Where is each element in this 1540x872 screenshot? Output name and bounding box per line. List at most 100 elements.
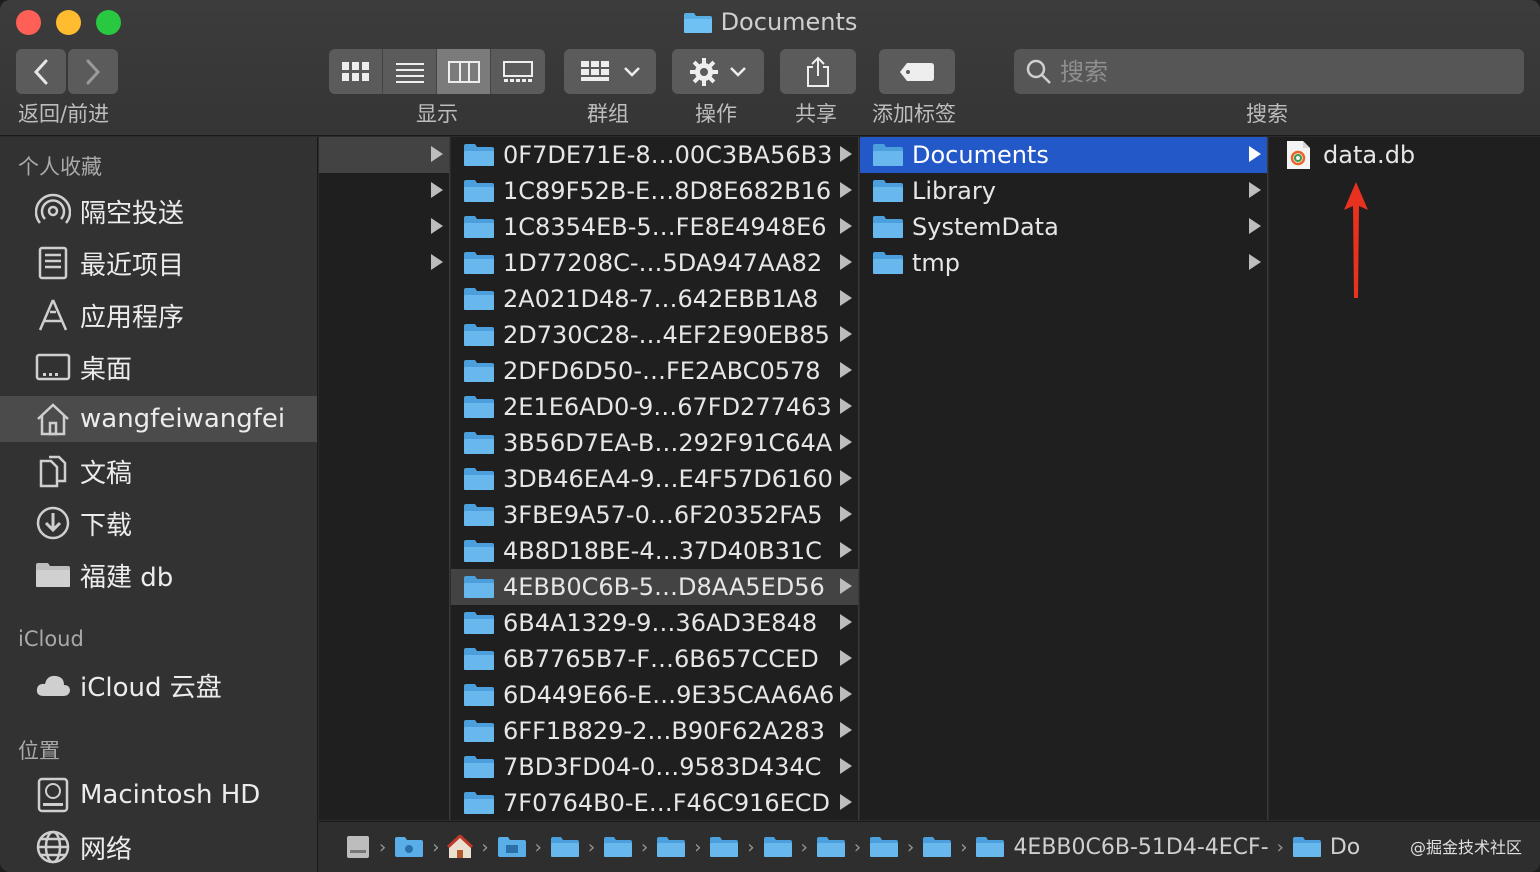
folder-icon bbox=[463, 503, 495, 527]
sidebar-item-applications[interactable]: 应用程序 bbox=[0, 292, 317, 338]
folder-row[interactable]: 6FF1B829-2…B90F62A283 bbox=[451, 713, 858, 749]
column-2: 0F7DE71E-8…00C3BA56B3 1C89F52B-E…8D8E682B… bbox=[451, 137, 859, 820]
folder-row[interactable]: 1C89F52B-E…8D8E682B16 bbox=[451, 173, 858, 209]
folder-icon bbox=[463, 791, 495, 815]
folder-row[interactable]: 3FBE9A57-0…6F20352FA5 bbox=[451, 497, 858, 533]
sidebar-item-label: 文稿 bbox=[80, 458, 133, 489]
sidebar-item-label: 网络 bbox=[80, 834, 133, 865]
column-view-button[interactable] bbox=[437, 49, 491, 94]
search-field[interactable] bbox=[1014, 49, 1524, 94]
folder-row[interactable]: Documents bbox=[860, 137, 1267, 173]
window-title: Documents bbox=[0, 8, 1540, 40]
folder-row[interactable]: 6B4A1329-9…36AD3E848 bbox=[451, 605, 858, 641]
list-item[interactable] bbox=[319, 173, 449, 209]
sidebar-item-macintosh-hd[interactable]: Macintosh HD bbox=[0, 772, 317, 818]
sidebar-item-airdrop[interactable]: 隔空投送 bbox=[0, 188, 317, 234]
sidebar-item-home[interactable]: wangfeiwangfei bbox=[0, 396, 317, 442]
disclosure-arrow-icon bbox=[840, 146, 852, 162]
path-folder-icon[interactable] bbox=[869, 836, 899, 858]
gallery-view-button[interactable] bbox=[491, 49, 545, 94]
folder-row[interactable]: 2E1E6AD0-9…67FD277463 bbox=[451, 389, 858, 425]
sidebar-item-label: 应用程序 bbox=[80, 302, 185, 333]
path-folder-icon[interactable] bbox=[816, 836, 846, 858]
action-button[interactable] bbox=[672, 49, 764, 94]
path-segment-uuid[interactable]: 4EBB0C6B-51D4-4ECF- bbox=[975, 835, 1269, 860]
path-segment-documents[interactable]: Do bbox=[1292, 835, 1360, 860]
path-user-folder-icon[interactable] bbox=[394, 836, 424, 858]
folder-name: 6D449E66-E…9E35CAA6A6 bbox=[503, 681, 835, 709]
list-item[interactable] bbox=[319, 245, 449, 281]
folder-row[interactable]: 2A021D48-7…642EBB1A8 bbox=[451, 281, 858, 317]
list-item[interactable] bbox=[319, 209, 449, 245]
folder-row[interactable]: 2DFD6D50-…FE2ABC0578 bbox=[451, 353, 858, 389]
sidebar-item-downloads[interactable]: 下载 bbox=[0, 500, 317, 546]
icon-view-button[interactable] bbox=[329, 49, 383, 94]
share-icon bbox=[807, 56, 829, 87]
folder-row[interactable]: 3DB46EA4-9…E4F57D6160 bbox=[451, 461, 858, 497]
folder-row[interactable]: 2D730C28-…4EF2E90EB85 bbox=[451, 317, 858, 353]
disclosure-arrow-icon bbox=[840, 722, 852, 738]
recents-icon bbox=[34, 244, 72, 282]
folder-row[interactable]: tmp bbox=[860, 245, 1267, 281]
path-folder-icon[interactable] bbox=[709, 836, 739, 858]
tag-icon bbox=[900, 62, 934, 81]
folder-row[interactable]: 7BD3FD04-0…9583D434C bbox=[451, 749, 858, 785]
path-separator-icon: › bbox=[800, 836, 808, 858]
path-folder-icon[interactable] bbox=[763, 836, 793, 858]
back-button[interactable] bbox=[16, 49, 66, 94]
desktop-icon bbox=[34, 348, 72, 386]
share-button[interactable] bbox=[780, 49, 856, 94]
folder-name: 2D730C28-…4EF2E90EB85 bbox=[503, 321, 830, 349]
folder-icon bbox=[463, 683, 495, 707]
folder-icon bbox=[463, 215, 495, 239]
path-separator-icon: › bbox=[853, 836, 862, 858]
path-library-folder-icon[interactable] bbox=[497, 836, 527, 858]
list-view-button[interactable] bbox=[383, 49, 437, 94]
search-input[interactable] bbox=[1060, 57, 1500, 86]
folder-name: 2A021D48-7…642EBB1A8 bbox=[503, 285, 819, 313]
sidebar-item-fujian-db[interactable]: 福建 db bbox=[0, 552, 317, 598]
disclosure-arrow-icon bbox=[840, 362, 852, 378]
downloads-icon bbox=[34, 504, 72, 542]
folder-row[interactable]: 1D77208C-…5DA947AA82 bbox=[451, 245, 858, 281]
folder-row[interactable]: 7F0764B0-E…F46C916ECD bbox=[451, 785, 858, 820]
folder-icon bbox=[463, 647, 495, 671]
cloud-icon bbox=[34, 666, 72, 704]
sidebar-item-icloud-drive[interactable]: iCloud 云盘 bbox=[0, 662, 317, 708]
sidebar-item-network[interactable]: 网络 bbox=[0, 824, 317, 870]
action-label: 操作 bbox=[695, 102, 737, 126]
folder-row[interactable]: 3B56D7EA-B…292F91C64A bbox=[451, 425, 858, 461]
sidebar: 个人收藏 隔空投送 最近项目 应用程序 桌面 wangfeiwangfei 文稿… bbox=[0, 137, 318, 872]
columns-icon bbox=[447, 60, 480, 83]
folder-name: 3B56D7EA-B…292F91C64A bbox=[503, 429, 833, 457]
file-name: data.db bbox=[1323, 141, 1416, 169]
folder-name: SystemData bbox=[912, 213, 1059, 241]
path-disk-icon[interactable] bbox=[345, 834, 371, 860]
path-folder-icon[interactable] bbox=[550, 836, 580, 858]
folder-icon bbox=[463, 143, 495, 167]
folder-row[interactable]: Library bbox=[860, 173, 1267, 209]
sidebar-item-desktop[interactable]: 桌面 bbox=[0, 344, 317, 390]
view-mode-control[interactable] bbox=[329, 49, 545, 94]
list-item[interactable] bbox=[319, 137, 449, 173]
path-folder-icon[interactable] bbox=[603, 836, 633, 858]
sidebar-item-recents[interactable]: 最近项目 bbox=[0, 240, 317, 286]
group-button[interactable] bbox=[564, 49, 656, 94]
disclosure-arrow-icon bbox=[840, 434, 852, 450]
sidebar-item-documents[interactable]: 文稿 bbox=[0, 448, 317, 494]
folder-row[interactable]: 6D449E66-E…9E35CAA6A6 bbox=[451, 677, 858, 713]
folder-row[interactable]: 4B8D18BE-4…37D40B31C bbox=[451, 533, 858, 569]
gear-icon bbox=[690, 57, 718, 86]
forward-button[interactable] bbox=[68, 49, 118, 94]
file-row-data-db[interactable]: data.db bbox=[1269, 137, 1540, 173]
folder-row[interactable]: 1C8354EB-5…FE8E4948E6 bbox=[451, 209, 858, 245]
path-folder-icon[interactable] bbox=[922, 836, 952, 858]
path-folder-icon[interactable] bbox=[656, 836, 686, 858]
folder-row[interactable]: 6B7765B7-F…6B657CCED bbox=[451, 641, 858, 677]
folder-row[interactable]: 0F7DE71E-8…00C3BA56B3 bbox=[451, 137, 858, 173]
path-separator-icon: › bbox=[379, 836, 387, 858]
add-tag-button[interactable] bbox=[879, 49, 955, 94]
folder-row[interactable]: SystemData bbox=[860, 209, 1267, 245]
path-home-icon[interactable] bbox=[447, 835, 474, 859]
folder-row[interactable]: 4EBB0C6B-5…D8AA5ED56 bbox=[451, 569, 858, 605]
